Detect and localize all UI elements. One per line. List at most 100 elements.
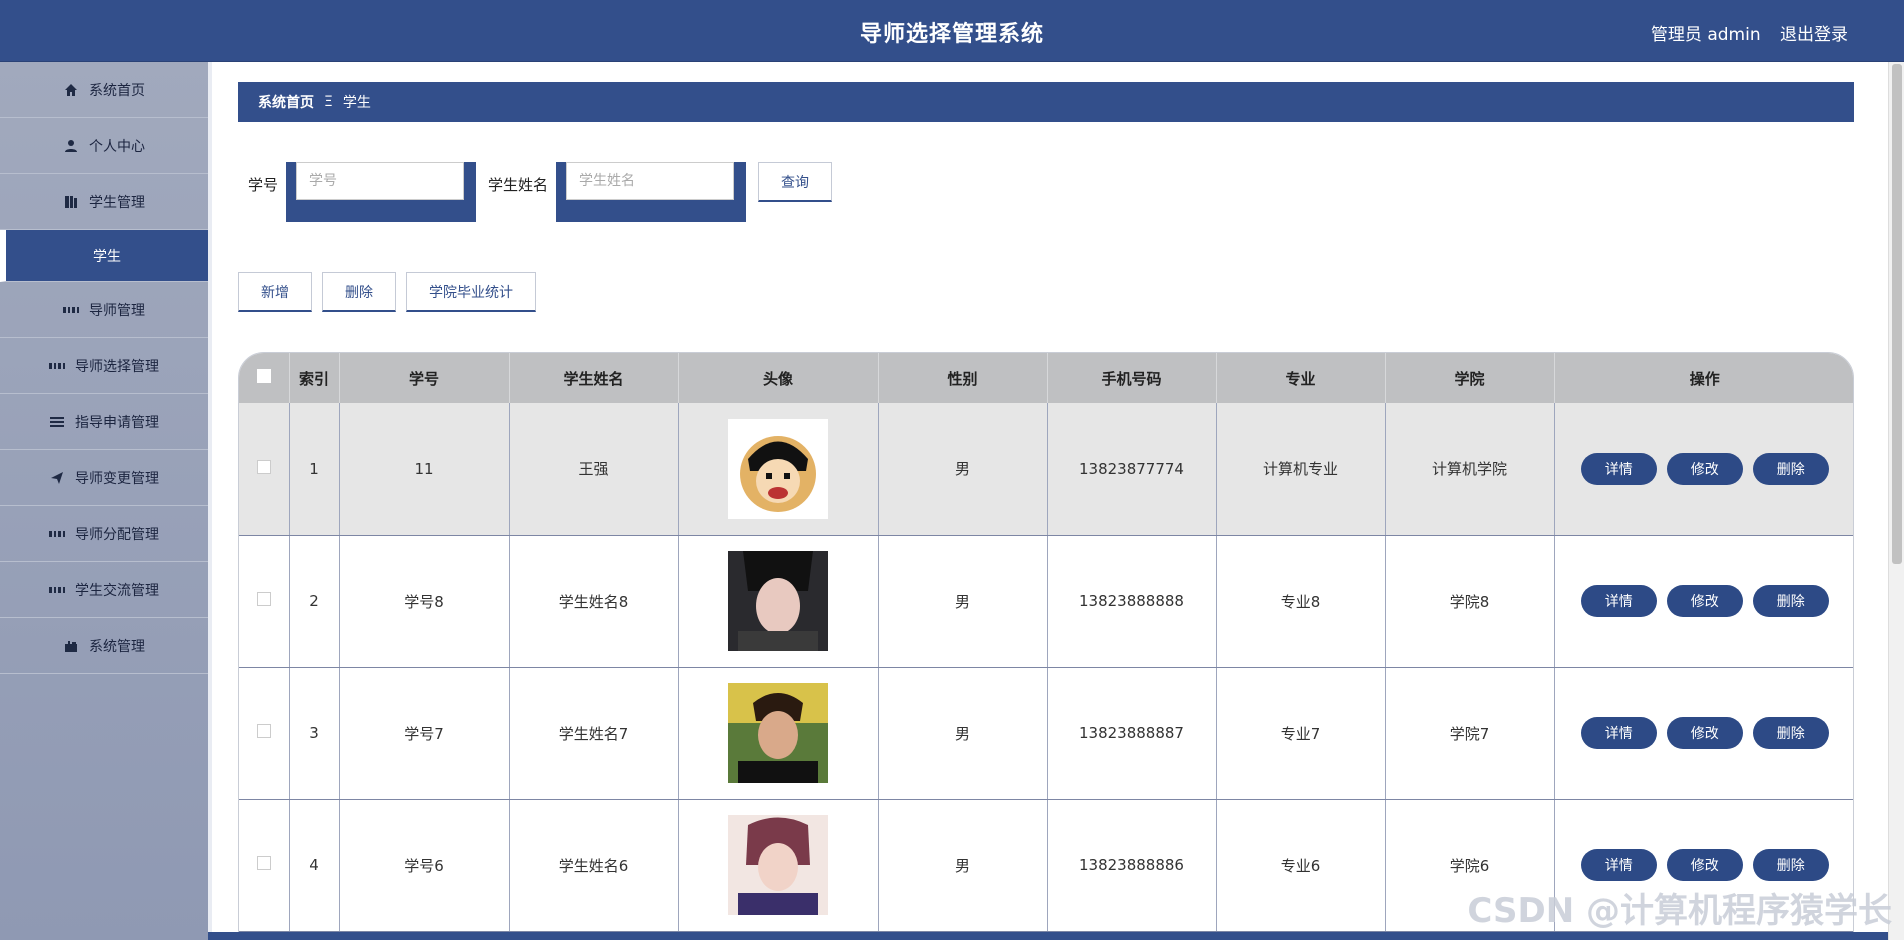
student-id-input[interactable] [296,162,465,200]
column-header: 头像 [678,353,879,403]
edit-button[interactable]: 修改 [1666,849,1743,881]
sidebar-item-tutor-change[interactable]: 导师变更管理 [0,450,208,506]
sidebar-item-personal-center[interactable]: 个人中心 [0,118,208,174]
cell-student-id: 11 [339,403,510,536]
sidebar-item-student[interactable]: 学生 [0,230,208,282]
cell-avatar [678,403,879,536]
delete-button[interactable]: 删除 [1752,585,1829,617]
cell-major: 专业8 [1216,535,1386,668]
cell-gender: 男 [878,403,1048,536]
query-button[interactable]: 查询 [758,162,833,202]
batch-delete-button[interactable]: 删除 [322,272,396,312]
home-icon [63,82,79,98]
sidebar-item-tutor-allocation[interactable]: 导师分配管理 [0,506,208,562]
avatar-image [728,551,828,651]
sidebar-item-student-management[interactable]: 学生管理 [0,174,208,230]
user-area: 管理员 admin 退出登录 [1651,20,1848,45]
sidebar-item-tutor-selection[interactable]: 导师选择管理 [0,338,208,394]
current-user-label: 管理员 admin [1650,25,1761,45]
sidebar-item-label: 指导申请管理 [75,414,159,431]
list-icon [49,414,65,430]
sidebar-item-system-management[interactable]: 系统管理 [0,618,208,674]
delete-button[interactable]: 删除 [1752,849,1829,881]
cell-index: 1 [289,403,340,536]
sidebar-item-label: 导师分配管理 [75,526,159,543]
cell-actions: 详情 修改 删除 [1554,667,1853,800]
user-icon [63,138,79,154]
edit-button[interactable]: 修改 [1666,452,1743,485]
delete-button[interactable]: 删除 [1752,452,1829,485]
student-id-label: 学号 [248,176,279,194]
column-header: 性别 [878,353,1048,403]
row-checkbox[interactable] [256,592,271,606]
sidebar-item-guidance-application[interactable]: 指导申请管理 [0,394,208,450]
sidebar-item-student-exchange[interactable]: 学生交流管理 [0,562,208,618]
table-row: 1 11 王强 男 13823877774 计算机专业 计算机学院 详情 修改 … [239,403,1853,536]
row-checkbox[interactable] [256,724,271,738]
column-header: 学生姓名 [509,353,679,403]
select-all-cell [239,353,290,403]
breadcrumb: 系统首页 Ξ 学生 [238,82,1854,122]
scrollbar-thumb[interactable] [1892,64,1902,564]
sidebar-divider [208,62,212,940]
column-header: 操作 [1689,369,1720,388]
cell-phone: 13823888886 [1047,799,1217,932]
row-checkbox[interactable] [256,459,271,474]
column-header: 学号 [339,353,510,403]
sidebar-item-label: 个人中心 [89,138,145,155]
sidebar-item-label: 学生交流管理 [75,582,159,599]
row-checkbox[interactable] [256,856,271,870]
column-header: 手机号码 [1047,353,1217,403]
logout-link[interactable]: 退出登录 [1780,25,1848,45]
book-icon [63,194,79,210]
cell-major: 专业6 [1216,799,1386,932]
table-row: 3 学号7 学生姓名7 男 13823888887 专业7 学院7 详情 修改 … [239,667,1853,800]
edit-button[interactable]: 修改 [1666,717,1743,749]
sidebar-item-tutor-management[interactable]: 导师管理 [0,282,208,338]
add-button[interactable]: 新增 [238,272,312,312]
sidebar-item-label: 学生 [93,248,121,265]
cell-student-id: 学号7 [339,667,510,800]
detail-button[interactable]: 详情 [1580,585,1657,617]
cell-gender: 男 [878,667,1048,800]
cell-student-id: 学号6 [339,799,510,932]
table-row: 2 学号8 学生姓名8 男 13823888888 专业8 学院8 详情 修改 … [239,535,1853,668]
action-bar: 新增 删除 学院毕业统计 [238,272,536,312]
cell-major: 计算机专业 [1216,403,1386,536]
cell-college: 计算机学院 [1385,403,1555,536]
send-icon [49,470,65,486]
student-id-field-wrap [286,162,477,222]
sidebar-item-home[interactable]: 系统首页 [0,62,208,118]
grid-icon [63,302,79,318]
sidebar-item-label: 导师选择管理 [75,358,159,375]
cell-student-name: 王强 [509,403,679,536]
cell-actions: 详情 修改 删除 [1554,535,1853,668]
college-graduation-stats-button[interactable]: 学院毕业统计 [406,272,536,312]
sidebar: 系统首页 个人中心 学生管理 学生 导师管理 导师选择管理 指导申请管理 导师变… [0,62,208,940]
cell-college: 学院7 [1385,667,1555,800]
cell-gender: 男 [878,799,1048,932]
cell-college: 学院8 [1385,535,1555,668]
grid-icon [49,526,65,542]
breadcrumb-home[interactable]: 系统首页 [258,92,314,112]
page-scrollbar[interactable] [1888,62,1904,940]
select-all-checkbox[interactable] [256,369,271,383]
sidebar-item-label: 导师变更管理 [75,470,159,487]
cell-avatar [678,667,879,800]
grid-icon [49,358,65,374]
avatar-image [728,815,828,915]
detail-button[interactable]: 详情 [1580,452,1657,485]
cell-student-name: 学生姓名6 [509,799,679,932]
cell-actions: 详情 修改 删除 [1554,403,1853,536]
detail-button[interactable]: 详情 [1580,717,1657,749]
cell-student-name: 学生姓名8 [509,535,679,668]
student-name-input[interactable] [566,162,735,200]
breadcrumb-separator: Ξ [324,94,333,110]
edit-button[interactable]: 修改 [1666,585,1743,617]
bottom-accent-bar [208,932,1888,940]
cell-gender: 男 [878,535,1048,668]
delete-button[interactable]: 删除 [1752,717,1829,749]
breadcrumb-current: 学生 [342,95,371,111]
detail-button[interactable]: 详情 [1580,849,1657,881]
cell-phone: 13823888888 [1047,535,1217,668]
